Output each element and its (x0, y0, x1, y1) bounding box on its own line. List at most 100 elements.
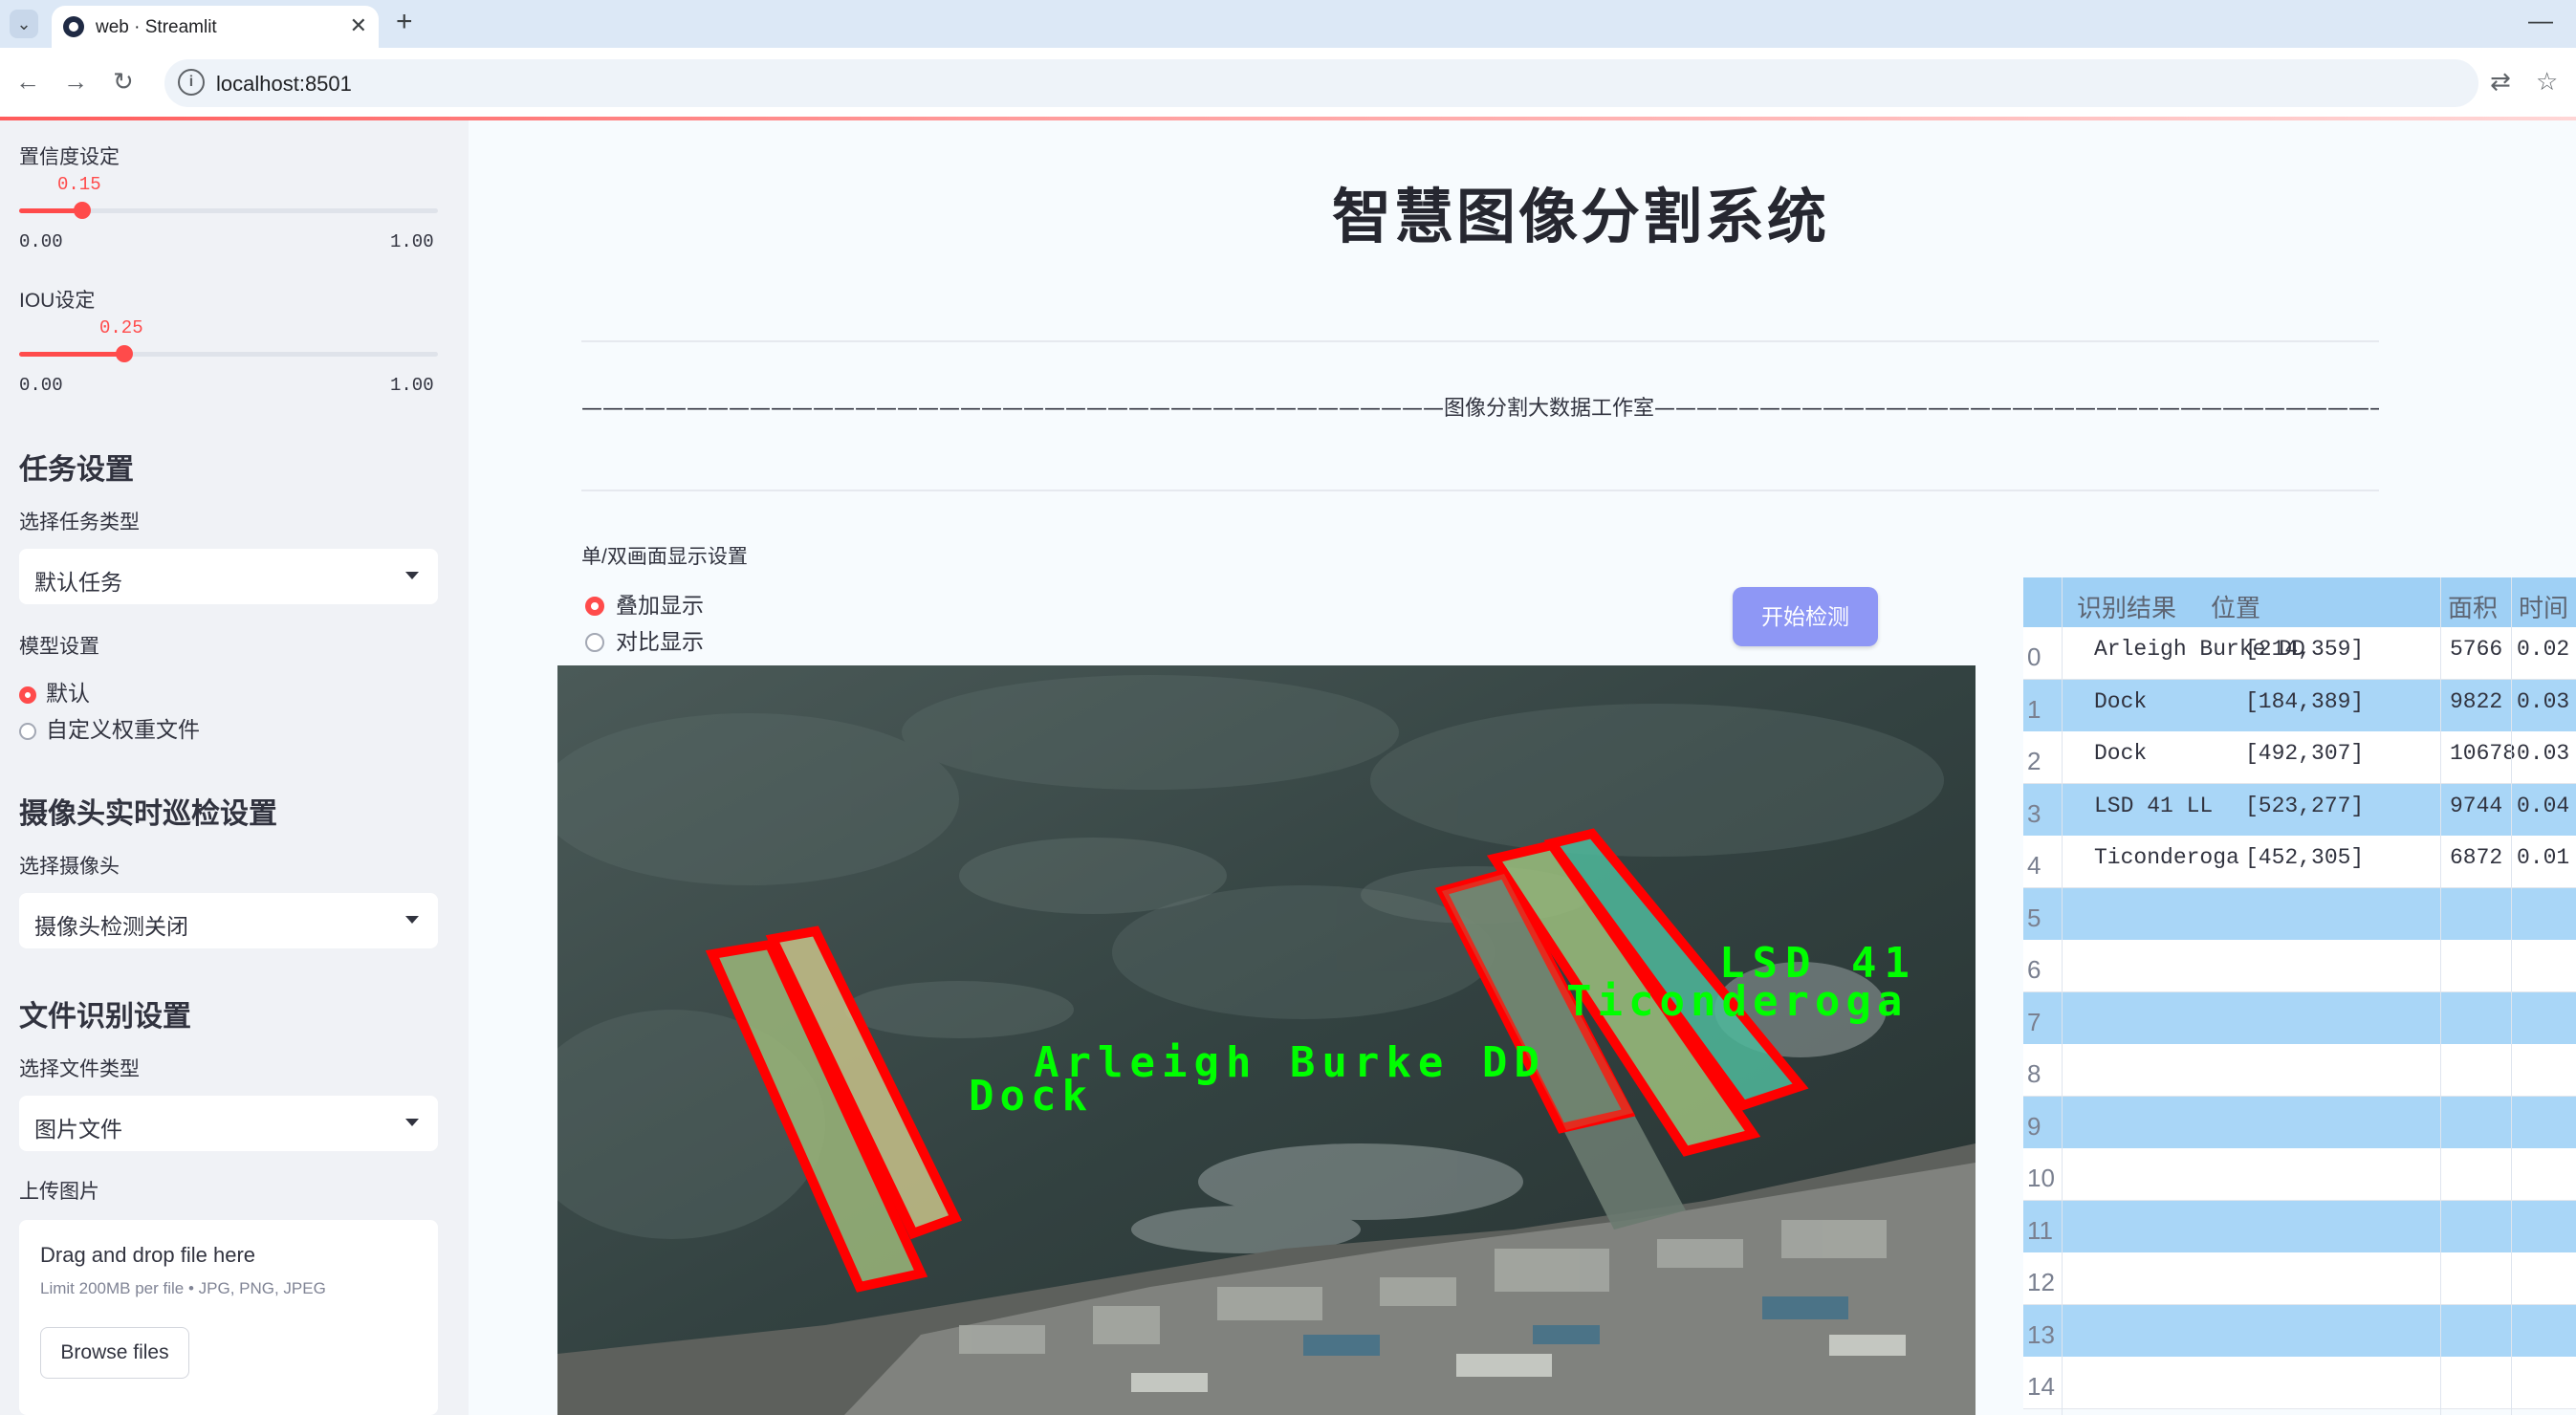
model-option-label: 自定义权重文件 (46, 717, 200, 742)
model-option-custom[interactable]: 自定义权重文件 (19, 711, 200, 744)
radio-unselected-icon[interactable] (19, 723, 36, 740)
label-dock: Dock (969, 1072, 1093, 1121)
iou-label: IOU设定 (19, 290, 96, 312)
table-row[interactable]: 5 (2023, 887, 2576, 941)
forward-icon[interactable]: → (63, 67, 88, 97)
header-time[interactable]: 时间 (2519, 589, 2568, 624)
table-row[interactable]: 7 (2023, 991, 2576, 1045)
table-row[interactable]: 6 (2023, 940, 2576, 992)
chevron-down-icon (405, 1119, 419, 1126)
iou-slider-thumb[interactable] (115, 345, 133, 362)
file-type-label: 选择文件类型 (19, 1058, 140, 1080)
minimize-window-icon[interactable]: — (2528, 6, 2553, 35)
row-index: 13 (2027, 1319, 2055, 1349)
mode-option-label: 对比显示 (616, 629, 704, 654)
cell-time: 0.04 (2517, 793, 2570, 818)
tab-bar: ⌄ web · Streamlit ✕ + — (0, 0, 2576, 48)
model-option-label: 默认 (46, 681, 90, 706)
model-option-default[interactable]: 默认 (19, 675, 90, 708)
task-type-label: 选择任务类型 (19, 512, 140, 533)
back-icon[interactable]: ← (15, 67, 40, 97)
table-row[interactable]: 8 (2023, 1044, 2576, 1097)
cell-time: 0.02 (2517, 637, 2570, 662)
upload-drop-text: Drag and drop file here (40, 1243, 256, 1267)
detection-result-image: LSD 41 Ticonderoga Arleigh Burke DD Dock (557, 665, 1976, 1415)
cell-pos: [523,277] (2245, 793, 2365, 818)
file-type-select[interactable]: 图片文件 (19, 1096, 438, 1151)
reload-icon[interactable]: ↻ (113, 67, 134, 97)
divider (581, 490, 2379, 491)
table-row[interactable]: 14 (2023, 1357, 2576, 1409)
table-row[interactable]: 12 (2023, 1252, 2576, 1305)
mode-option-compare[interactable]: 对比显示 (585, 623, 704, 656)
header-position[interactable]: 位置 (2211, 589, 2260, 624)
row-index: 1 (2027, 694, 2041, 724)
file-uploader-dropzone[interactable]: Drag and drop file here Limit 200MB per … (19, 1220, 438, 1415)
browse-files-button[interactable]: Browse files (40, 1327, 189, 1379)
translate-icon[interactable]: ⇄ (2490, 67, 2511, 97)
satellite-image: LSD 41 Ticonderoga Arleigh Burke DD Dock (557, 665, 1976, 1415)
cell-area: 10678 (2450, 741, 2517, 766)
page-title: 智慧图像分割系统 (1331, 185, 1829, 250)
site-info-icon[interactable]: i (178, 69, 205, 96)
browser-tab[interactable]: web · Streamlit ✕ (52, 6, 379, 48)
header-result[interactable]: 识别结果 (2077, 589, 2176, 624)
table-row[interactable]: 1 Dock [184,389] 9822 0.03 (2023, 679, 2576, 732)
url-text[interactable]: localhost:8501 (216, 72, 352, 97)
label-arleigh-burke: Arleigh Burke DD (1034, 1038, 1546, 1087)
upload-label: 上传图片 (19, 1181, 99, 1203)
column-divider (2062, 577, 2063, 1415)
row-index: 8 (2027, 1059, 2041, 1088)
radio-selected-icon[interactable] (19, 686, 36, 704)
cell-pos: [184,389] (2245, 688, 2365, 714)
start-detection-button[interactable]: 开始检测 (1733, 587, 1878, 646)
address-bar[interactable]: i localhost:8501 (164, 59, 2478, 107)
cell-result: Ticonderoga (2094, 845, 2239, 870)
cell-time: 0.01 (2517, 845, 2570, 870)
divider (581, 340, 2379, 342)
cell-pos: [214,359] (2245, 637, 2365, 662)
camera-select[interactable]: 摄像头检测关闭 (19, 893, 438, 948)
streamlit-favicon-icon (63, 16, 84, 37)
tab-search-icon[interactable]: ⌄ (10, 10, 38, 38)
cell-area: 6872 (2450, 845, 2503, 870)
task-type-select[interactable]: 默认任务 (19, 549, 438, 604)
iou-min: 0.00 (19, 375, 63, 396)
chevron-down-icon (405, 572, 419, 579)
iou-slider[interactable] (19, 345, 438, 362)
studio-banner: ————————————————————————————————————————… (581, 397, 2379, 421)
header-area[interactable]: 面积 (2448, 589, 2498, 624)
results-table[interactable]: 识别结果 位置 面积 时间 0 Arleigh Burke DD [214,359]… (2023, 577, 2576, 1415)
radio-unselected-icon[interactable] (585, 633, 604, 652)
file-type-value: 图片文件 (34, 1117, 122, 1142)
column-divider (2440, 577, 2441, 1415)
table-row[interactable]: 13 (2023, 1304, 2576, 1358)
new-tab-icon[interactable]: + (396, 6, 413, 38)
browser-toolbar: ← → ↻ i localhost:8501 ⇄ ☆ (0, 48, 2576, 119)
close-tab-icon[interactable]: ✕ (350, 13, 367, 38)
row-index: 9 (2027, 1111, 2041, 1141)
iou-slider-fill (19, 352, 124, 357)
table-row[interactable]: 11 (2023, 1200, 2576, 1253)
cell-time: 0.03 (2517, 688, 2570, 714)
file-section-heading: 文件识别设置 (19, 1001, 191, 1033)
table-row[interactable]: 2 Dock [492,307] 10678 0.03 (2023, 731, 2576, 784)
table-row[interactable]: 0 Arleigh Burke DD [214,359] 5766 0.02 (2023, 627, 2576, 680)
bookmark-star-icon[interactable]: ☆ (2536, 67, 2558, 97)
table-row[interactable]: 4 Ticonderoga [452,305] 6872 0.01 (2023, 836, 2576, 888)
cell-result: Dock (2094, 688, 2148, 714)
mode-option-overlay[interactable]: 叠加显示 (585, 587, 704, 620)
cell-pos: [492,307] (2245, 741, 2365, 766)
cell-time: 0.03 (2517, 741, 2570, 766)
table-row[interactable]: 10 (2023, 1148, 2576, 1201)
row-index: 5 (2027, 903, 2041, 932)
upload-limit-text: Limit 200MB per file • JPG, PNG, JPEG (40, 1279, 326, 1297)
task-type-value: 默认任务 (34, 570, 122, 595)
radio-selected-icon[interactable] (585, 597, 604, 616)
row-index: 2 (2027, 747, 2041, 775)
table-row[interactable]: 3 LSD 41 LL [523,277] 9744 0.04 (2023, 783, 2576, 837)
row-index: 0 (2027, 642, 2041, 671)
row-index: 11 (2027, 1215, 2053, 1245)
row-index: 7 (2027, 1007, 2041, 1036)
table-row[interactable]: 9 (2023, 1096, 2576, 1149)
